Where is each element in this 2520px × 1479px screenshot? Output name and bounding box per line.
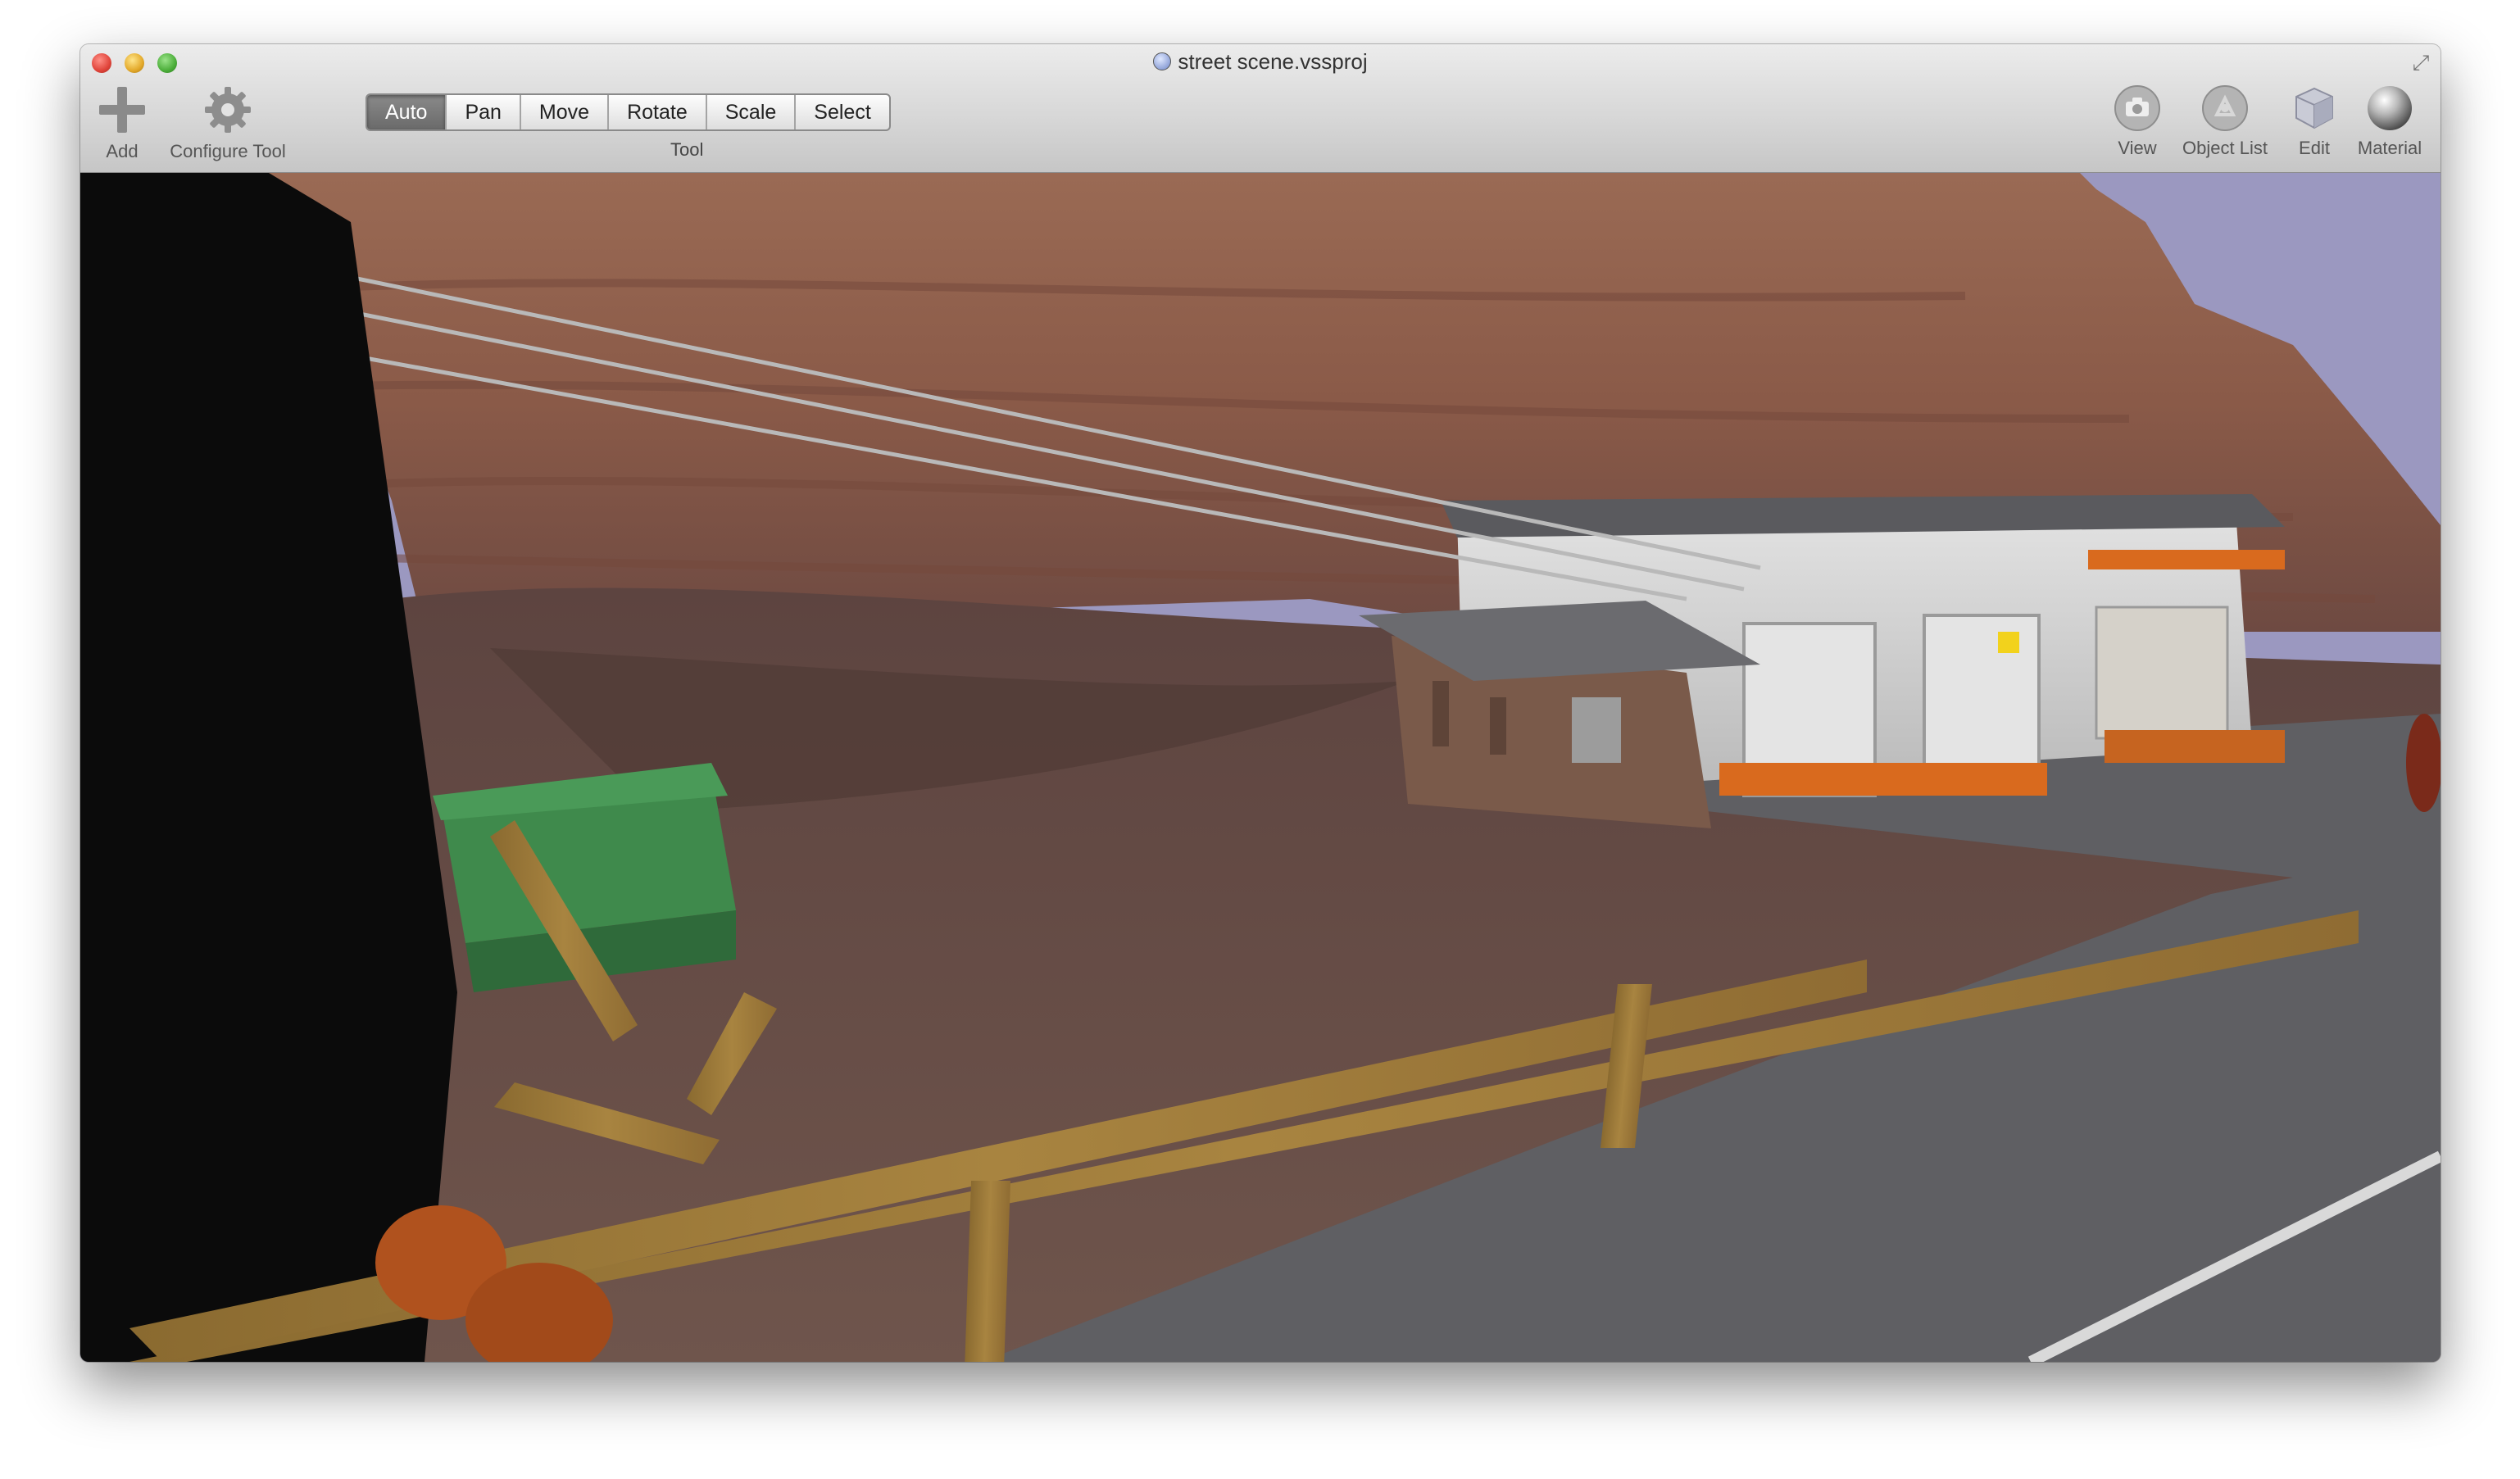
window-title-text: street scene.vssproj xyxy=(1178,49,1368,74)
fullscreen-arrows-icon[interactable]: ⤢ xyxy=(2409,51,2432,74)
tool-caption: Tool xyxy=(670,139,704,160)
configure-tool-label: Configure Tool xyxy=(170,141,286,161)
object-list-label: Object List xyxy=(2182,138,2268,158)
cube-icon xyxy=(2295,87,2333,129)
tool-pan-segment[interactable]: Pan xyxy=(447,95,521,129)
scene-viewport[interactable] xyxy=(80,173,2441,1362)
titlebar-toolbar: street scene.vssproj ⤢ Add Configure Too… xyxy=(80,44,2441,174)
tool-move-segment[interactable]: Move xyxy=(521,95,610,129)
project-document-icon xyxy=(1153,52,1172,70)
sphere-icon xyxy=(2368,86,2412,130)
material-label: Material xyxy=(2357,138,2422,158)
tool-scale-segment[interactable]: Scale xyxy=(707,95,797,129)
app-window: street scene.vssproj ⤢ Add Configure Too… xyxy=(80,44,2441,1362)
tool-auto-segment[interactable]: Auto xyxy=(367,95,447,129)
configure-tool-button[interactable]: Configure Tool xyxy=(161,84,295,162)
camera-icon xyxy=(2114,85,2160,131)
tool-select-segment[interactable]: Select xyxy=(796,95,888,129)
object-list-icon xyxy=(2202,85,2248,131)
tool-rotate-segment[interactable]: Rotate xyxy=(609,95,707,129)
object-list-button[interactable]: Object List xyxy=(2172,84,2278,159)
add-label: Add xyxy=(106,141,138,161)
view-label: View xyxy=(2118,138,2157,158)
view-button[interactable]: View xyxy=(2105,84,2170,159)
gear-icon xyxy=(205,87,251,133)
tool-segmented-control: Auto Pan Move Rotate Scale Select xyxy=(366,93,891,131)
edit-label: Edit xyxy=(2299,138,2330,158)
add-button[interactable]: Add xyxy=(93,84,151,162)
edit-button[interactable]: Edit xyxy=(2290,84,2339,159)
plus-icon xyxy=(99,87,145,133)
scene-render xyxy=(80,173,2441,1362)
material-button[interactable]: Material xyxy=(2349,84,2431,159)
window-title: street scene.vssproj xyxy=(80,49,2441,75)
